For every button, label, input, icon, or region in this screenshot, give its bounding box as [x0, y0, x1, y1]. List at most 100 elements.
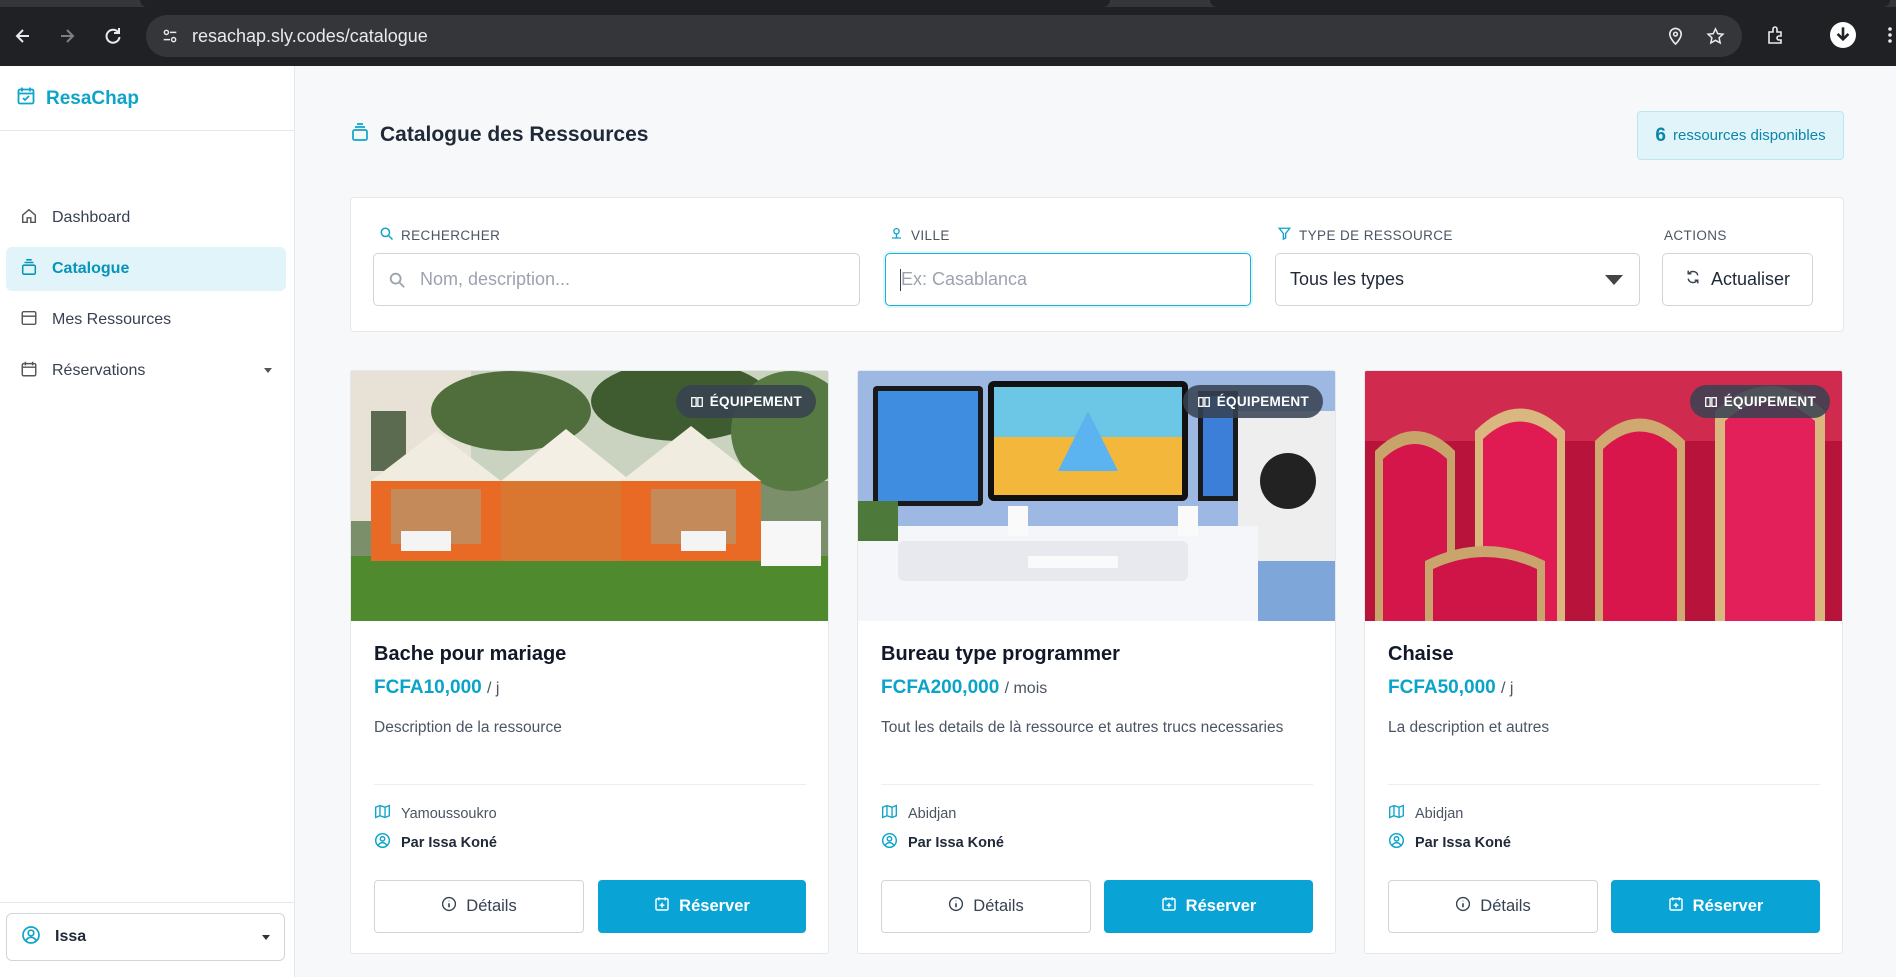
- search-input[interactable]: Nom, description...: [373, 253, 860, 306]
- chevron-down-icon: [264, 368, 272, 373]
- user-circle-icon: [881, 832, 898, 853]
- type-badge: ÉQUIPEMENT: [1689, 385, 1830, 418]
- chevron-down-icon: [262, 935, 270, 940]
- resource-image: ÉQUIPEMENT: [1365, 371, 1842, 621]
- filter-icon: [1277, 226, 1292, 244]
- calendar-icon: [20, 360, 38, 383]
- city-label: VILLE: [889, 226, 950, 244]
- calendar-plus-icon: [1161, 896, 1177, 917]
- extensions-icon[interactable]: [1762, 21, 1790, 49]
- user-name: Issa: [55, 928, 87, 945]
- sidebar-item-dashboard[interactable]: Dashboard: [6, 196, 286, 240]
- refresh-icon: [1685, 269, 1701, 290]
- home-icon: [20, 207, 38, 230]
- sidebar-item-label: Mes Ressources: [52, 311, 172, 328]
- map-icon: [1388, 803, 1405, 824]
- page-title-text: Catalogue des Ressources: [380, 123, 649, 146]
- city-input[interactable]: Ex: Casablanca: [885, 253, 1251, 306]
- brand-name: ResaChap: [46, 87, 139, 109]
- search-filter: RECHERCHER Nom, description...: [373, 226, 860, 306]
- search-icon: [379, 226, 394, 244]
- dropdown-arrow-icon: [1605, 275, 1623, 285]
- forward-icon[interactable]: [53, 22, 81, 50]
- sidebar-item-label: Dashboard: [52, 209, 131, 226]
- location-pin-icon: [889, 226, 904, 244]
- bookmark-star-icon[interactable]: [1704, 25, 1726, 47]
- type-label: TYPE DE RESSOURCE: [1277, 226, 1453, 244]
- card-description: Description de la ressource: [374, 719, 562, 736]
- divider: [374, 784, 806, 785]
- city-placeholder: Ex: Casablanca: [901, 269, 1028, 289]
- info-icon: [1455, 896, 1471, 917]
- card-title: Chaise: [1388, 643, 1454, 665]
- type-filter: TYPE DE RESSOURCE Tous les types: [1275, 226, 1640, 306]
- calendar-plus-icon: [1668, 896, 1684, 917]
- type-badge: ÉQUIPEMENT: [1182, 385, 1323, 418]
- resource-card: ÉQUIPEMENT Chaise FCFA50,000 / j La desc…: [1364, 370, 1843, 954]
- card-city: Abidjan: [881, 803, 956, 824]
- info-icon: [948, 896, 964, 917]
- card-owner: Par Issa Koné: [881, 832, 1004, 853]
- reserve-button[interactable]: Réserver: [598, 880, 806, 933]
- map-icon: [881, 803, 898, 824]
- reserve-button[interactable]: Réserver: [1611, 880, 1820, 933]
- resource-image: ÉQUIPEMENT: [351, 371, 828, 621]
- user-menu[interactable]: Issa: [6, 913, 285, 961]
- resource-card: ÉQUIPEMENT Bureau type programmer FCFA20…: [857, 370, 1336, 954]
- calendar-plus-icon: [654, 896, 670, 917]
- refresh-button[interactable]: Actualiser: [1662, 253, 1813, 306]
- resource-image: ÉQUIPEMENT: [858, 371, 1335, 621]
- sidebar-item-catalogue[interactable]: Catalogue: [6, 247, 286, 291]
- type-select[interactable]: Tous les types: [1275, 253, 1640, 306]
- user-circle-icon: [1388, 832, 1405, 853]
- card-owner: Par Issa Koné: [374, 832, 497, 853]
- card-title: Bache pour mariage: [374, 643, 567, 665]
- resource-count-label: ressources disponibles: [1673, 127, 1826, 144]
- resource-count: 6: [1655, 124, 1666, 146]
- book-icon: [690, 395, 704, 409]
- reserve-button[interactable]: Réserver: [1104, 880, 1313, 933]
- search-icon: [388, 271, 406, 289]
- card-price: FCFA50,000 / j: [1388, 677, 1514, 698]
- card-price: FCFA200,000 / mois: [881, 677, 1048, 698]
- menu-kebab-icon[interactable]: [1876, 21, 1896, 49]
- card-title: Bureau type programmer: [881, 643, 1120, 665]
- reload-icon[interactable]: [99, 22, 127, 50]
- sidebar-item-label: Réservations: [52, 362, 146, 379]
- sidebar-item-mes-ressources[interactable]: Mes Ressources: [6, 298, 286, 342]
- info-icon: [441, 896, 457, 917]
- download-icon[interactable]: [1829, 21, 1857, 49]
- browser-chrome: resachap.sly.codes/catalogue: [0, 0, 1896, 66]
- resource-card: ÉQUIPEMENT Bache pour mariage FCFA10,000…: [350, 370, 829, 954]
- user-circle-icon: [374, 832, 391, 853]
- user-circle-icon: [21, 925, 41, 950]
- page-title: Catalogue des Ressources: [350, 122, 648, 148]
- url-text: resachap.sly.codes/catalogue: [192, 26, 428, 46]
- back-icon[interactable]: [9, 22, 37, 50]
- box-icon: [20, 309, 38, 332]
- divider: [1388, 784, 1820, 785]
- tab-strip: [0, 0, 1896, 7]
- calendar-check-icon: [16, 86, 36, 111]
- sidebar: ResaChap Dashboard Catalogue Mes Ressour…: [0, 66, 295, 977]
- card-owner: Par Issa Koné: [1388, 832, 1511, 853]
- sidebar-item-label: Catalogue: [52, 260, 130, 277]
- card-price: FCFA10,000 / j: [374, 677, 500, 698]
- location-icon[interactable]: [1664, 25, 1686, 47]
- divider: [881, 784, 1313, 785]
- card-description: La description et autres: [1388, 719, 1550, 736]
- details-button[interactable]: Détails: [374, 880, 584, 933]
- details-button[interactable]: Détails: [881, 880, 1091, 933]
- divider: [0, 902, 295, 903]
- type-badge: ÉQUIPEMENT: [675, 385, 816, 418]
- city-filter: VILLE Ex: Casablanca: [885, 226, 1251, 306]
- address-bar[interactable]: resachap.sly.codes/catalogue: [146, 15, 1742, 57]
- sidebar-nav: Dashboard Catalogue Mes Ressources Réser…: [6, 196, 286, 400]
- book-icon: [1197, 395, 1211, 409]
- site-info-icon[interactable]: [158, 24, 182, 48]
- actions-group: ACTIONS Actualiser: [1662, 226, 1813, 306]
- details-button[interactable]: Détails: [1388, 880, 1598, 933]
- card-city: Yamoussoukro: [374, 803, 497, 824]
- sidebar-item-reservations[interactable]: Réservations: [6, 349, 286, 393]
- brand[interactable]: ResaChap: [16, 86, 139, 111]
